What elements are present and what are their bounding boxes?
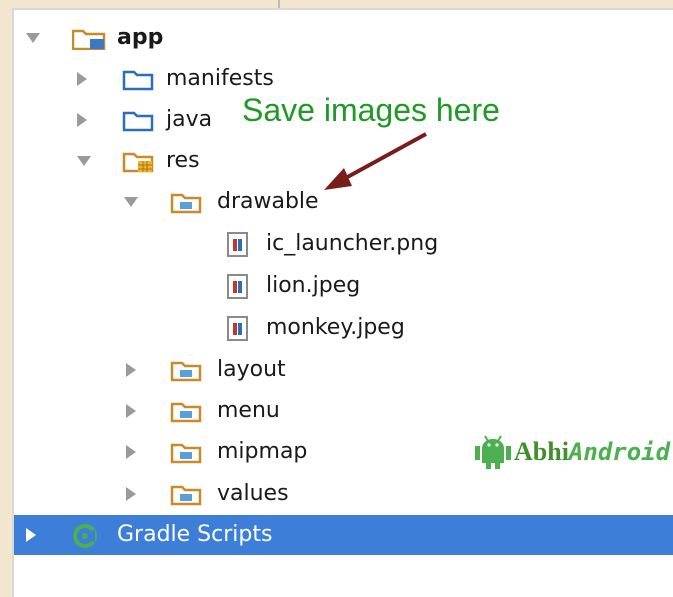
tree-node-app[interactable]: app	[14, 18, 673, 58]
collapse-arrow-icon[interactable]	[26, 528, 36, 542]
tree-label-java: java	[166, 107, 213, 132]
package-folder-icon	[170, 361, 202, 382]
tree-label-drawable: drawable	[217, 189, 319, 214]
brand-android-text: Android	[568, 438, 671, 466]
image-file-icon	[227, 274, 248, 299]
splitter-mark	[278, 0, 280, 8]
res-folder-icon	[122, 152, 154, 173]
collapse-arrow-icon[interactable]	[77, 72, 87, 86]
window-top-strip	[12, 0, 673, 8]
collapse-arrow-icon[interactable]	[126, 445, 136, 459]
tree-label-gradle-scripts: Gradle Scripts	[117, 522, 273, 547]
tree-label-values: values	[217, 481, 289, 506]
expand-arrow-icon[interactable]	[124, 197, 138, 207]
tree-label-file: ic_launcher.png	[266, 231, 439, 256]
tree-label-menu: menu	[217, 398, 280, 423]
package-folder-icon	[170, 402, 202, 423]
collapse-arrow-icon[interactable]	[126, 404, 136, 418]
tree-node-gradle-scripts[interactable]: Gradle Scripts	[14, 515, 673, 555]
annotation-arrow-icon	[324, 132, 427, 190]
folder-icon	[122, 111, 154, 132]
tree-label-layout: layout	[217, 357, 286, 382]
expand-arrow-icon[interactable]	[26, 33, 40, 43]
tree-label-mipmap: mipmap	[217, 439, 308, 464]
image-file-icon	[227, 316, 248, 341]
package-folder-icon	[170, 443, 202, 464]
collapse-arrow-icon[interactable]	[126, 487, 136, 501]
tree-node-values[interactable]: values	[14, 474, 673, 514]
package-folder-icon	[170, 193, 202, 214]
app-module-icon	[72, 29, 106, 50]
project-tree-panel: app manifests java res drawable ic_launc…	[12, 8, 673, 597]
tree-node-layout[interactable]: layout	[14, 350, 673, 390]
annotation-text: Save images here	[242, 92, 500, 128]
tree-label-res: res	[166, 148, 200, 173]
gradle-icon	[73, 524, 97, 548]
tree-label-file: lion.jpeg	[266, 273, 361, 298]
tree-file-lion[interactable]: lion.jpeg	[14, 266, 673, 306]
folder-icon	[122, 70, 154, 91]
tree-label-app: app	[117, 25, 164, 50]
abhiandroid-logo: Abhi Android	[472, 432, 670, 472]
expand-arrow-icon[interactable]	[77, 156, 91, 166]
tree-file-ic-launcher[interactable]: ic_launcher.png	[14, 224, 673, 264]
tree-file-monkey[interactable]: monkey.jpeg	[14, 308, 673, 348]
package-folder-icon	[170, 485, 202, 506]
collapse-arrow-icon[interactable]	[77, 113, 87, 127]
collapse-arrow-icon[interactable]	[126, 363, 136, 377]
android-robot-icon	[475, 435, 511, 469]
brand-abhi-text: Abhi	[514, 437, 569, 466]
tree-label-file: monkey.jpeg	[266, 315, 405, 340]
tree-node-menu[interactable]: menu	[14, 391, 673, 431]
image-file-icon	[227, 232, 248, 257]
